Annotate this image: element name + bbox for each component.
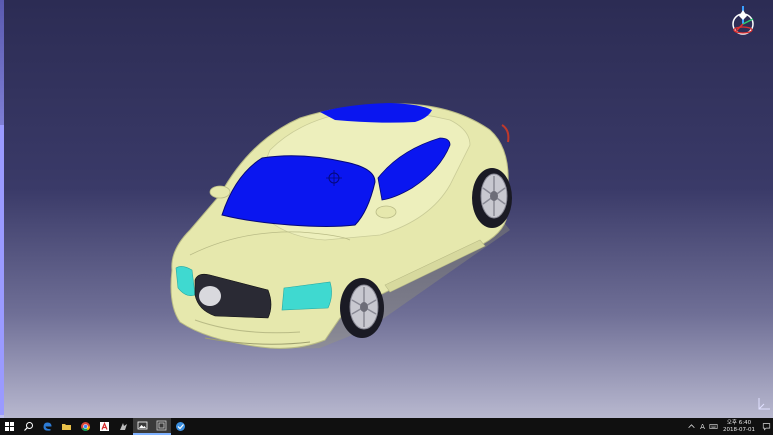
3d-viewport[interactable] xyxy=(0,0,773,418)
catia-button[interactable] xyxy=(152,418,171,435)
chevron-up-icon xyxy=(688,424,695,429)
compass-icon[interactable] xyxy=(725,2,761,38)
edge-icon xyxy=(43,422,52,431)
chrome-button[interactable] xyxy=(76,418,95,435)
start-button[interactable] xyxy=(0,418,19,435)
notification-icon xyxy=(762,423,770,431)
catia-icon xyxy=(156,420,167,431)
system-tray: A 오후 6:40 2018-07-01 xyxy=(686,418,773,435)
axis-icon xyxy=(758,398,770,410)
app-icon xyxy=(120,423,127,430)
search-button[interactable] xyxy=(19,418,38,435)
keyboard-icon xyxy=(709,424,718,429)
clock-date: 2018-07-01 xyxy=(723,426,755,433)
checkmark-icon xyxy=(176,422,185,431)
checkmark-app-button[interactable] xyxy=(171,418,190,435)
acrobat-button[interactable] xyxy=(95,418,114,435)
photos-button[interactable] xyxy=(133,418,152,435)
chrome-icon xyxy=(81,422,91,432)
ime-indicator[interactable]: A xyxy=(697,418,708,435)
rear-window xyxy=(320,103,432,123)
right-mirror xyxy=(375,205,397,219)
folder-icon xyxy=(62,424,71,430)
keyboard-indicator[interactable] xyxy=(708,418,719,435)
viewport-left-edge xyxy=(0,0,4,418)
system-clock[interactable]: 오후 6:40 2018-07-01 xyxy=(719,420,759,433)
car-model[interactable] xyxy=(150,90,530,360)
left-mirror xyxy=(209,185,231,199)
acrobat-icon xyxy=(100,421,109,431)
photos-icon xyxy=(137,421,148,430)
windows-logo-icon xyxy=(5,422,14,431)
show-hidden-icons-button[interactable] xyxy=(686,418,697,435)
windows-taskbar: A 오후 6:40 2018-07-01 xyxy=(0,418,773,435)
ime-label: A xyxy=(700,422,705,431)
notification-center-button[interactable] xyxy=(759,422,773,431)
rear-wheel xyxy=(472,168,512,228)
search-icon xyxy=(24,422,33,431)
app-button[interactable] xyxy=(114,418,133,435)
front-wheel xyxy=(340,278,384,338)
edge-button[interactable] xyxy=(38,418,57,435)
file-explorer-button[interactable] xyxy=(57,418,76,435)
